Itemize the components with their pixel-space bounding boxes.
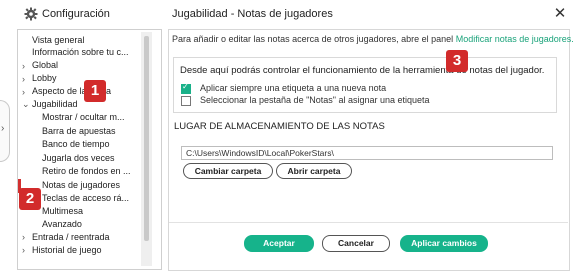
apply-changes-button[interactable]: Aplicar cambios [400,235,488,252]
always-tag-label: Aplicar siempre una etiqueta a una nueva… [200,83,387,93]
open-folder-button[interactable]: Abrir carpeta [276,163,352,179]
chevron-down-icon[interactable]: ⌄ [22,99,32,110]
chevron-right-icon[interactable]: › [22,74,32,84]
intro-text: Para añadir o editar las notas acerca de… [172,34,573,44]
sidebar-item-notas-jugadores[interactable]: Notas de jugadores [42,180,120,192]
sidebar-item-barra-apuestas[interactable]: Barra de apuestas [42,126,116,138]
cancel-button[interactable]: Cancelar [322,235,390,252]
sidebar-item-vista-general[interactable]: Vista general [32,35,84,47]
scrollbar-thumb[interactable] [144,36,149,241]
close-icon[interactable]: ✕ [552,4,568,22]
notes-options-title: Desde aquí podrás controlar el funcionam… [180,65,545,76]
modify-notes-link[interactable]: Modificar notas de jugadores. [456,34,573,44]
change-folder-button[interactable]: Cambiar carpeta [183,163,273,179]
always-tag-checkbox[interactable] [181,82,191,94]
sidebar-item-lobby[interactable]: Lobby [32,73,57,85]
notes-path-input[interactable] [181,146,553,160]
annotation-badge-3: 3 [446,50,468,72]
panel-title: Jugabilidad - Notas de jugadores [172,8,333,20]
select-notes-tab-checkbox[interactable] [181,96,191,106]
sidebar-item-global[interactable]: Global [32,60,58,72]
sidebar-item-banco-tiempo[interactable]: Banco de tiempo [42,139,110,151]
storage-section-title: LUGAR DE ALMACENAMIENTO DE LAS NOTAS [174,121,385,132]
sidebar-item-mostrar-ocultar[interactable]: Mostrar / ocultar m... [42,112,125,124]
title-bar: Configuración Jugabilidad - Notas de jug… [0,0,573,28]
annotation-badge-1: 1 [84,80,106,102]
intro-label: Para añadir o editar las notas acerca de… [172,34,454,44]
sidebar-item-multimesa[interactable]: Multimesa [42,206,83,218]
sidebar-item-teclas-acceso[interactable]: Teclas de acceso rá... [42,193,129,205]
footer-divider [169,222,568,223]
sidebar-item-retiro-fondos[interactable]: Retiro de fondos en ... [42,166,131,178]
chevron-right-icon[interactable]: › [22,232,32,242]
sidebar-item-jugabilidad[interactable]: Jugabilidad [32,99,78,111]
sidebar-item-jugarla-dos-veces[interactable]: Jugarla dos veces [42,153,115,165]
sidebar-item-entrada-reentrada[interactable]: Entrada / reentrada [32,232,110,244]
annotation-badge-2: 2 [19,188,41,210]
app-title: Configuración [42,8,110,20]
chevron-right-icon: › [1,123,5,134]
sidebar-item-historial-juego[interactable]: Historial de juego [32,245,102,257]
gear-icon [24,7,38,21]
sidebar-item-avanzado[interactable]: Avanzado [42,219,82,231]
chevron-right-icon[interactable]: › [22,87,32,97]
select-notes-tab-label: Seleccionar la pestaña de "Notas" al asi… [200,95,430,105]
accept-button[interactable]: Aceptar [244,235,314,252]
chevron-right-icon[interactable]: › [22,245,32,255]
sidebar-item-informacion[interactable]: Información sobre tu c... [32,47,129,59]
collapse-handle[interactable]: › [0,100,10,162]
chevron-right-icon[interactable]: › [22,61,32,71]
